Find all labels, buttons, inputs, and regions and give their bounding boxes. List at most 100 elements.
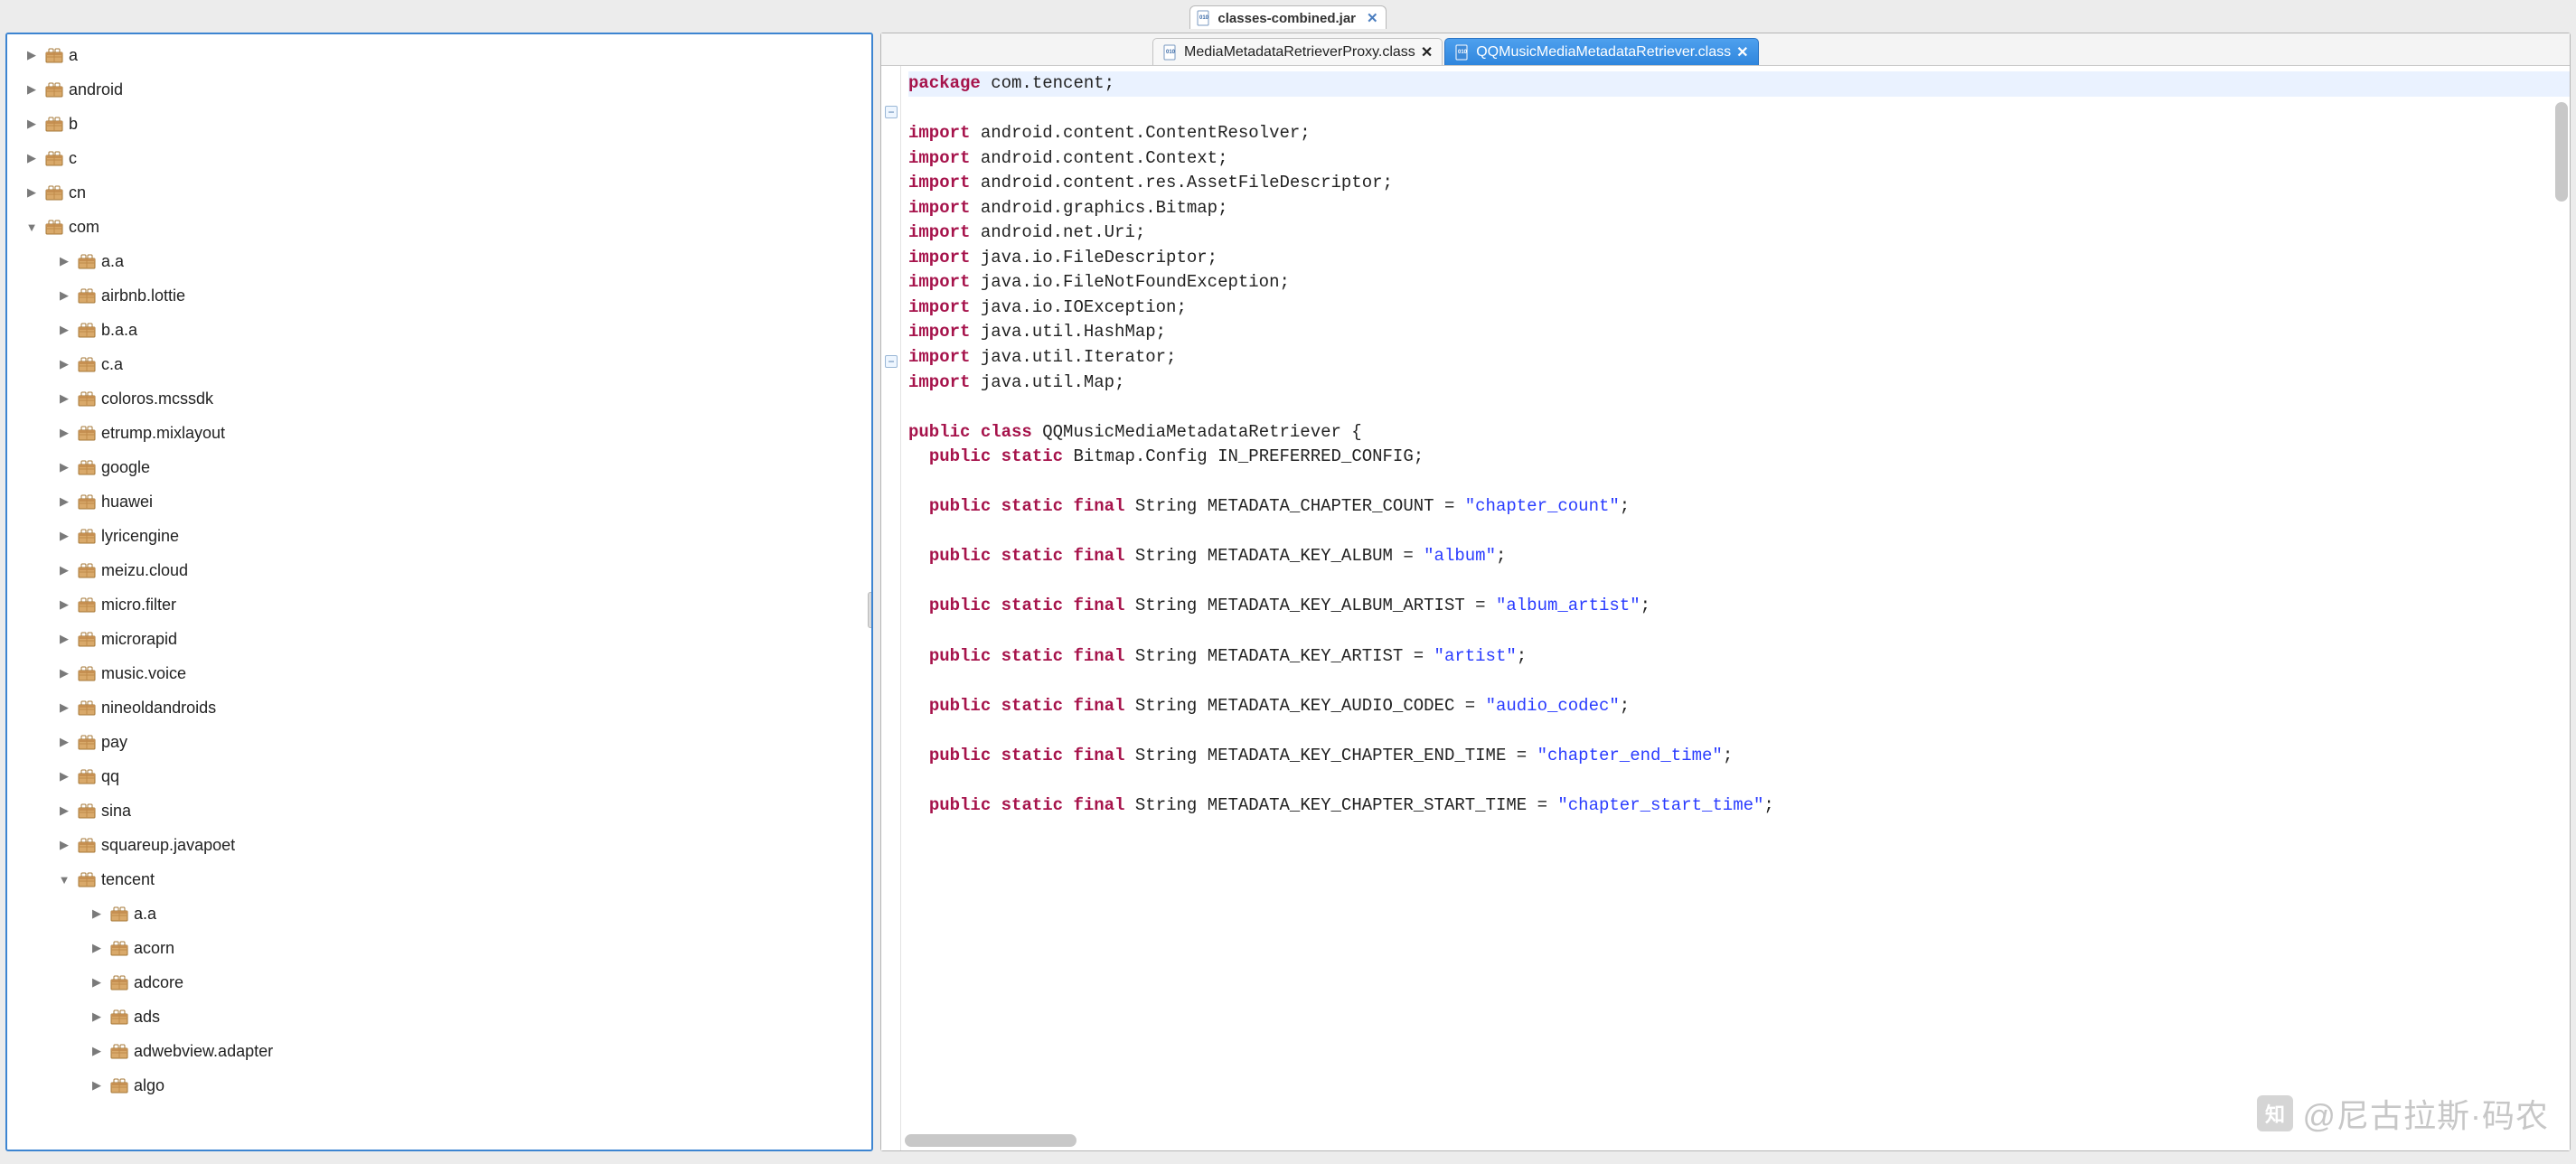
- chevron-right-icon[interactable]: ▶: [56, 597, 72, 612]
- package-icon: [45, 184, 63, 201]
- tree-item-qq[interactable]: ▶qq: [7, 759, 871, 793]
- chevron-right-icon[interactable]: ▶: [56, 323, 72, 337]
- horizontal-scrollbar[interactable]: [905, 1134, 2553, 1147]
- tree-item-music-voice[interactable]: ▶music.voice: [7, 656, 871, 690]
- jar-tab[interactable]: 010 classes-combined.jar ✕: [1189, 5, 1386, 29]
- package-tree-panel[interactable]: ▶a▶android▶b▶c▶cn▼com▶a.a▶airbnb.lottie▶…: [5, 33, 873, 1151]
- tree-item-nineoldandroids[interactable]: ▶nineoldandroids: [7, 690, 871, 725]
- tree-item-etrump-mixlayout[interactable]: ▶etrump.mixlayout: [7, 416, 871, 450]
- scrollbar-thumb[interactable]: [905, 1134, 1076, 1147]
- tree-item-android[interactable]: ▶ android: [7, 72, 871, 107]
- editor-panel: 010MediaMetadataRetrieverProxy.class✕010…: [880, 33, 2571, 1151]
- editor-tab[interactable]: 010MediaMetadataRetrieverProxy.class✕: [1152, 38, 1443, 65]
- chevron-right-icon[interactable]: ▶: [56, 391, 72, 406]
- chevron-right-icon[interactable]: ▶: [56, 735, 72, 749]
- chevron-right-icon[interactable]: ▶: [56, 769, 72, 784]
- tree-item-meizu-cloud[interactable]: ▶meizu.cloud: [7, 553, 871, 587]
- package-icon: [78, 596, 96, 613]
- tree-item-acorn[interactable]: ▶acorn: [7, 931, 871, 965]
- tree-item-lyricengine[interactable]: ▶lyricengine: [7, 519, 871, 553]
- close-icon[interactable]: ✕: [1367, 10, 1378, 26]
- package-tree[interactable]: ▶a▶android▶b▶c▶cn▼com▶a.a▶airbnb.lottie▶…: [7, 38, 871, 1103]
- tree-item-ads[interactable]: ▶ads: [7, 1000, 871, 1034]
- tree-item-label: com: [69, 218, 99, 237]
- tree-item-b[interactable]: ▶b: [7, 107, 871, 141]
- chevron-right-icon[interactable]: ▶: [24, 82, 40, 97]
- svg-text:010: 010: [1458, 50, 1468, 55]
- package-icon: [110, 974, 128, 990]
- fold-minus-icon[interactable]: −: [885, 106, 898, 118]
- chevron-right-icon[interactable]: ▶: [56, 288, 72, 303]
- chevron-right-icon[interactable]: ▶: [24, 185, 40, 200]
- tree-item-c[interactable]: ▶c: [7, 141, 871, 175]
- jar-tab-bar: 010 classes-combined.jar ✕: [0, 0, 2576, 29]
- chevron-right-icon[interactable]: ▶: [56, 426, 72, 440]
- chevron-right-icon[interactable]: ▶: [56, 460, 72, 474]
- code-editor[interactable]: package com.tencent; import android.cont…: [901, 66, 2570, 1150]
- chevron-right-icon[interactable]: ▶: [56, 254, 72, 268]
- code-content: package com.tencent; import android.cont…: [908, 71, 2570, 843]
- tree-item-cn[interactable]: ▶cn: [7, 175, 871, 210]
- fold-minus-icon[interactable]: −: [885, 355, 898, 368]
- tree-item-label: android: [69, 80, 123, 99]
- close-icon[interactable]: ✕: [1736, 43, 1748, 61]
- chevron-down-icon[interactable]: ▼: [56, 873, 72, 887]
- tree-item-adcore[interactable]: ▶adcore: [7, 965, 871, 1000]
- tree-item-coloros-mcssdk[interactable]: ▶ coloros.mcssdk: [7, 381, 871, 416]
- tree-item-google[interactable]: ▶google: [7, 450, 871, 484]
- tree-item-squareup-javapoet[interactable]: ▶squareup.javapoet: [7, 828, 871, 862]
- package-icon: [78, 734, 96, 750]
- chevron-right-icon[interactable]: ▶: [56, 357, 72, 371]
- chevron-right-icon[interactable]: ▶: [24, 151, 40, 165]
- sash-handle[interactable]: [868, 592, 873, 628]
- close-icon[interactable]: ✕: [1421, 43, 1433, 61]
- chevron-right-icon[interactable]: ▶: [89, 941, 105, 955]
- chevron-right-icon[interactable]: ▶: [24, 117, 40, 131]
- vertical-scrollbar[interactable]: [2555, 102, 2568, 1132]
- chevron-right-icon[interactable]: ▶: [56, 838, 72, 852]
- editor-tab-label: QQMusicMediaMetadataRetriever.class: [1476, 44, 1731, 61]
- package-icon: [78, 493, 96, 510]
- scrollbar-thumb[interactable]: [2555, 102, 2568, 202]
- tree-item-a-a[interactable]: ▶a.a: [7, 896, 871, 931]
- chevron-right-icon[interactable]: ▶: [56, 632, 72, 646]
- tree-item-a[interactable]: ▶a: [7, 38, 871, 72]
- tree-item-pay[interactable]: ▶pay: [7, 725, 871, 759]
- tree-item-algo[interactable]: ▶algo: [7, 1068, 871, 1103]
- tree-item-label: tencent: [101, 870, 155, 889]
- package-icon: [110, 1077, 128, 1094]
- chevron-right-icon[interactable]: ▶: [24, 48, 40, 62]
- package-icon: [110, 906, 128, 922]
- tree-item-a-a[interactable]: ▶a.a: [7, 244, 871, 278]
- tree-item-adwebview-adapter[interactable]: ▶adwebview.adapter: [7, 1034, 871, 1068]
- chevron-down-icon[interactable]: ▼: [24, 221, 40, 234]
- tree-item-b-a-a[interactable]: ▶b.a.a: [7, 313, 871, 347]
- tree-item-airbnb-lottie[interactable]: ▶airbnb.lottie: [7, 278, 871, 313]
- tree-item-microrapid[interactable]: ▶microrapid: [7, 622, 871, 656]
- chevron-right-icon[interactable]: ▶: [56, 529, 72, 543]
- tree-item-micro-filter[interactable]: ▶micro.filter: [7, 587, 871, 622]
- tree-item-c-a[interactable]: ▶c.a: [7, 347, 871, 381]
- chevron-right-icon[interactable]: ▶: [89, 975, 105, 990]
- tree-item-com[interactable]: ▼ com: [7, 210, 871, 244]
- tree-item-sina[interactable]: ▶sina: [7, 793, 871, 828]
- chevron-right-icon[interactable]: ▶: [56, 803, 72, 818]
- package-icon: [110, 940, 128, 956]
- tree-item-tencent[interactable]: ▼ tencent: [7, 862, 871, 896]
- tree-item-label: coloros.mcssdk: [101, 390, 213, 408]
- tree-item-huawei[interactable]: ▶huawei: [7, 484, 871, 519]
- package-icon: [78, 528, 96, 544]
- chevron-right-icon[interactable]: ▶: [56, 494, 72, 509]
- chevron-right-icon[interactable]: ▶: [56, 563, 72, 577]
- package-icon: [78, 631, 96, 647]
- chevron-right-icon[interactable]: ▶: [56, 666, 72, 681]
- chevron-right-icon[interactable]: ▶: [89, 1044, 105, 1058]
- tree-item-label: c: [69, 149, 77, 168]
- main-split: ▶a▶android▶b▶c▶cn▼com▶a.a▶airbnb.lottie▶…: [0, 29, 2576, 1157]
- chevron-right-icon[interactable]: ▶: [89, 1009, 105, 1024]
- package-icon: [78, 803, 96, 819]
- chevron-right-icon[interactable]: ▶: [89, 1078, 105, 1093]
- chevron-right-icon[interactable]: ▶: [89, 906, 105, 921]
- editor-tab[interactable]: 010 QQMusicMediaMetadataRetriever.class ✕: [1444, 38, 1758, 65]
- chevron-right-icon[interactable]: ▶: [56, 700, 72, 715]
